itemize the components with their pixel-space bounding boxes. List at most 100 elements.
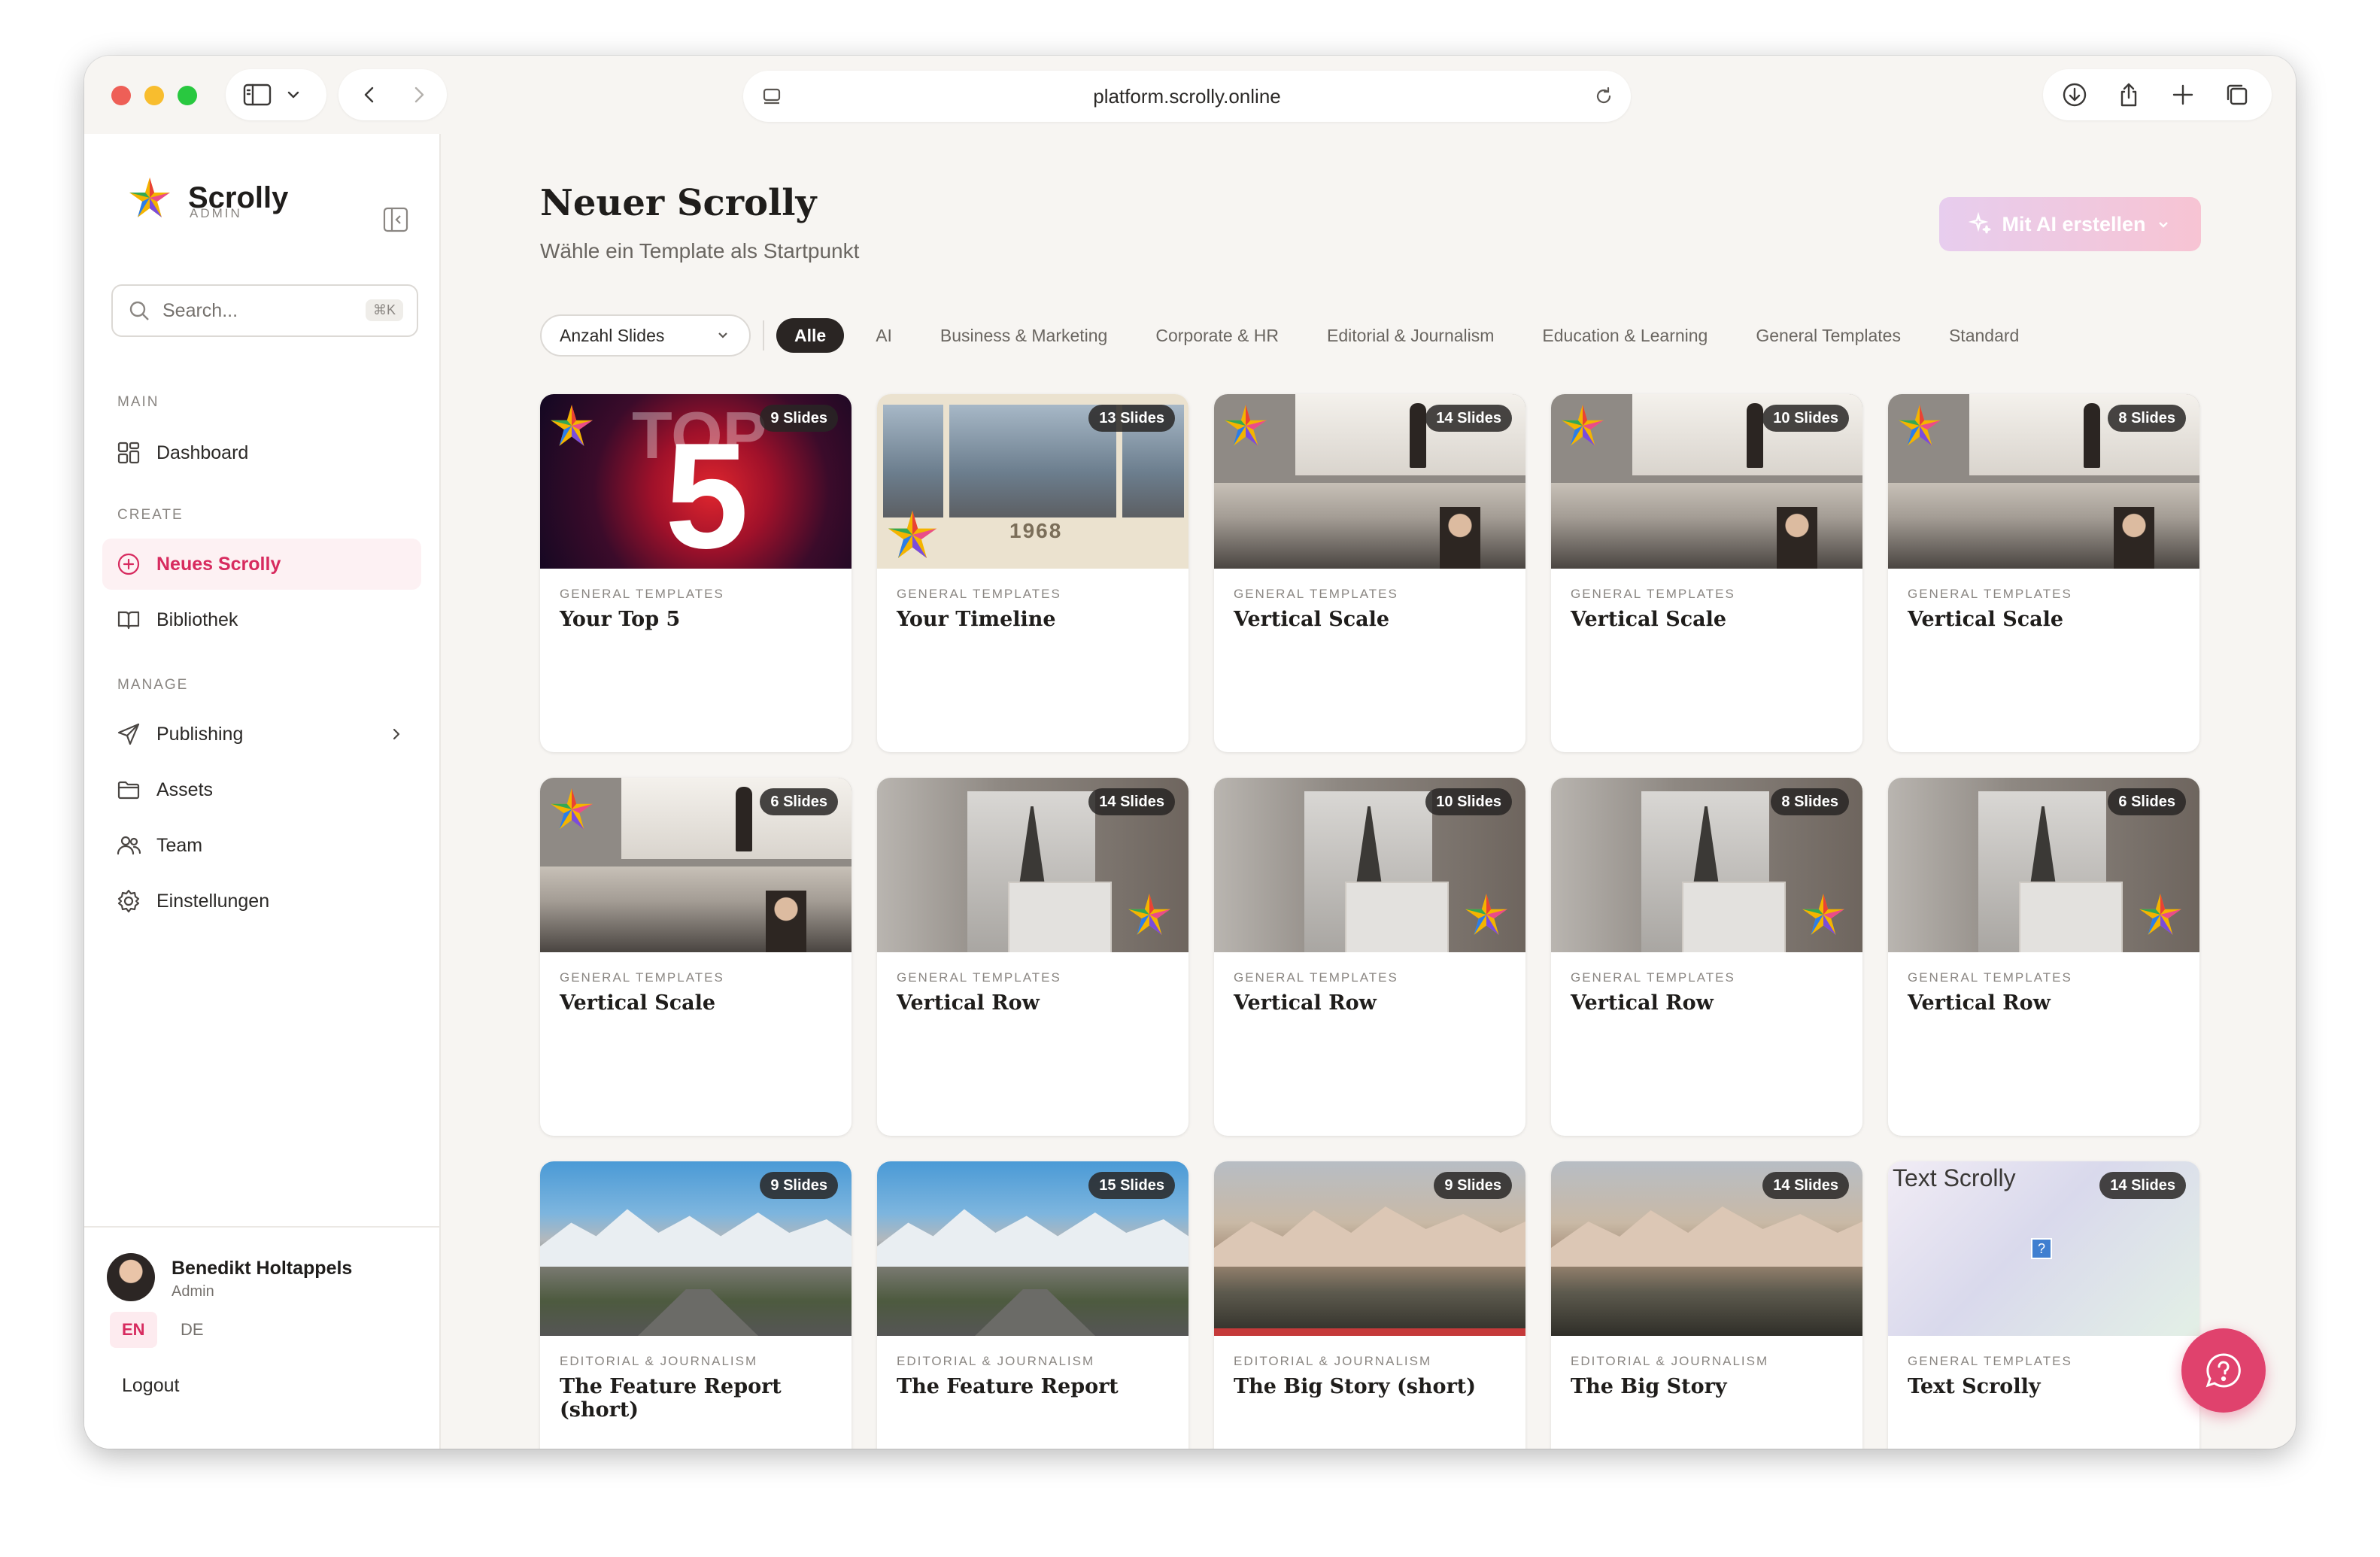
sidebar-item-label: Neues Scrolly xyxy=(156,553,281,575)
template-title: The Feature Report (short) xyxy=(560,1375,782,1422)
thumbnail-speaker xyxy=(2084,403,2100,468)
filter-chip-ai[interactable]: AI xyxy=(858,318,910,353)
template-category: GENERAL TEMPLATES xyxy=(560,587,724,601)
template-category: GENERAL TEMPLATES xyxy=(1234,970,1398,985)
template-category: EDITORIAL & JOURNALISM xyxy=(1234,1354,1432,1368)
search-shortcut: ⌘K xyxy=(365,299,403,321)
scrolly-logo-icon xyxy=(1225,405,1267,446)
tab-overview-icon[interactable] xyxy=(2224,81,2251,108)
thumbnail-title: Text Scrolly xyxy=(1893,1164,2016,1191)
template-title: Vertical Scale xyxy=(1234,608,1390,631)
folder-icon xyxy=(117,781,140,800)
template-card[interactable]: 14 Slides EDITORIAL & JOURNALISM The Big… xyxy=(1551,1161,1862,1449)
template-title: Text Scrolly xyxy=(1908,1375,2041,1398)
template-card[interactable]: 9 Slides EDITORIAL & JOURNALISM The Big … xyxy=(1214,1161,1525,1449)
logout-button[interactable]: Logout xyxy=(122,1375,179,1397)
slide-count-badge: 6 Slides xyxy=(760,788,838,815)
close-window-button[interactable] xyxy=(111,86,131,105)
template-card[interactable]: 14 Slides GENERAL TEMPLATES Vertical Sca… xyxy=(1214,394,1525,752)
scrolly-logo-icon xyxy=(129,178,170,217)
template-title: Vertical Row xyxy=(1908,991,2051,1015)
help-chat-button[interactable] xyxy=(2181,1328,2266,1413)
filter-chip-editorial-journalism[interactable]: Editorial & Journalism xyxy=(1309,318,1512,353)
users-icon xyxy=(117,836,141,855)
reload-icon[interactable] xyxy=(1593,86,1614,107)
forward-icon[interactable] xyxy=(408,83,430,106)
language-en-button[interactable]: EN xyxy=(110,1312,157,1348)
thumbnail-photo xyxy=(883,405,943,517)
sidebar-item-neues-scrolly[interactable]: Neues Scrolly xyxy=(102,539,421,590)
page-subtitle: Wähle ein Template als Startpunkt xyxy=(540,239,860,263)
user-role: Admin xyxy=(172,1283,214,1300)
new-tab-icon[interactable] xyxy=(2169,81,2196,108)
search-icon xyxy=(129,301,149,320)
collapse-sidebar-icon[interactable] xyxy=(382,206,409,233)
template-category: GENERAL TEMPLATES xyxy=(1571,587,1735,601)
sidebar-item-einstellungen[interactable]: Einstellungen xyxy=(102,876,421,927)
brand[interactable]: Scrolly ADMIN xyxy=(126,175,288,221)
sidebar-item-label: Publishing xyxy=(156,723,244,745)
back-icon[interactable] xyxy=(358,83,381,106)
zoom-window-button[interactable] xyxy=(178,86,197,105)
template-card[interactable]: 15 Slides EDITORIAL & JOURNALISM The Fea… xyxy=(877,1161,1188,1449)
template-category: GENERAL TEMPLATES xyxy=(1234,587,1398,601)
slide-count-badge: 8 Slides xyxy=(1771,788,1849,815)
template-title: The Big Story xyxy=(1571,1375,1727,1398)
template-category: GENERAL TEMPLATES xyxy=(897,587,1061,601)
template-card[interactable]: Text Scrolly ? 14 Slides GENERAL TEMPLAT… xyxy=(1888,1161,2199,1449)
avatar[interactable] xyxy=(107,1253,155,1301)
filter-chip-alle[interactable]: Alle xyxy=(776,318,845,353)
template-category: GENERAL TEMPLATES xyxy=(1571,970,1735,985)
page-settings-icon[interactable] xyxy=(761,87,782,107)
template-title: Vertical Scale xyxy=(1908,608,2064,631)
share-icon[interactable] xyxy=(2115,81,2142,108)
filter-chip-general-templates[interactable]: General Templates xyxy=(1738,318,1919,353)
language-de-button[interactable]: DE xyxy=(168,1312,216,1348)
filter-chip-education-learning[interactable]: Education & Learning xyxy=(1524,318,1726,353)
template-card[interactable]: 1968 13 Slides GENERAL TEMPLATES Your Ti… xyxy=(877,394,1188,752)
slide-count-badge: 10 Slides xyxy=(1762,405,1849,432)
scrolly-logo-icon xyxy=(551,405,593,446)
template-card[interactable]: 14 Slides GENERAL TEMPLATES Vertical Row xyxy=(877,778,1188,1136)
sidebar-item-assets[interactable]: Assets xyxy=(102,764,421,815)
template-title: Your Timeline xyxy=(897,608,1056,631)
filter-bar: Anzahl Slides Alle AI Business & Marketi… xyxy=(540,314,2049,357)
filter-divider xyxy=(763,320,764,351)
filter-chip-corporate-hr[interactable]: Corporate & HR xyxy=(1137,318,1297,353)
thumbnail-photo xyxy=(1346,883,1447,952)
template-card[interactable]: 8 Slides GENERAL TEMPLATES Vertical Row xyxy=(1551,778,1862,1136)
download-icon[interactable] xyxy=(2061,81,2088,108)
sidebar-toggle-pill[interactable] xyxy=(226,69,326,120)
filter-chip-standard[interactable]: Standard xyxy=(1931,318,2037,353)
slide-count-select[interactable]: Anzahl Slides xyxy=(540,314,751,357)
minimize-window-button[interactable] xyxy=(144,86,164,105)
template-card[interactable]: TOP 5 9 Slides GENERAL TEMPLATES Your To… xyxy=(540,394,852,752)
template-category: EDITORIAL & JOURNALISM xyxy=(560,1354,758,1368)
section-label-main: MAIN xyxy=(117,394,159,410)
template-category: GENERAL TEMPLATES xyxy=(1908,587,2072,601)
thumbnail-speaker xyxy=(736,787,752,851)
template-card[interactable]: 6 Slides GENERAL TEMPLATES Vertical Row xyxy=(1888,778,2199,1136)
search-input[interactable]: Search... ⌘K xyxy=(111,284,418,337)
chevron-down-icon xyxy=(287,91,299,99)
template-card[interactable]: 9 Slides EDITORIAL & JOURNALISM The Feat… xyxy=(540,1161,852,1449)
sidebar-item-publishing[interactable]: Publishing xyxy=(102,709,421,760)
filter-chip-business-marketing[interactable]: Business & Marketing xyxy=(922,318,1125,353)
sidebar-item-label: Team xyxy=(156,834,203,856)
create-with-ai-button[interactable]: Mit AI erstellen xyxy=(1939,197,2201,251)
template-card[interactable]: 8 Slides GENERAL TEMPLATES Vertical Scal… xyxy=(1888,394,2199,752)
sidebar-item-team[interactable]: Team xyxy=(102,820,421,871)
scrolly-logo-icon xyxy=(1128,894,1170,935)
template-card[interactable]: 10 Slides GENERAL TEMPLATES Vertical Sca… xyxy=(1551,394,1862,752)
template-card[interactable]: 10 Slides GENERAL TEMPLATES Vertical Row xyxy=(1214,778,1525,1136)
address-bar[interactable]: platform.scrolly.online xyxy=(743,71,1631,122)
thumbnail-road xyxy=(975,1289,1095,1336)
template-title: Vertical Scale xyxy=(1571,608,1727,631)
template-card[interactable]: 6 Slides GENERAL TEMPLATES Vertical Scal… xyxy=(540,778,852,1136)
thumbnail-five-text: 5 xyxy=(665,412,749,569)
template-title: Vertical Row xyxy=(1234,991,1377,1015)
sidebar-item-dashboard[interactable]: Dashboard xyxy=(102,427,421,478)
user-name: Benedikt Holtappels xyxy=(172,1258,353,1279)
thumbnail-strip xyxy=(1214,1328,1525,1336)
sidebar-item-bibliothek[interactable]: Bibliothek xyxy=(102,594,421,645)
